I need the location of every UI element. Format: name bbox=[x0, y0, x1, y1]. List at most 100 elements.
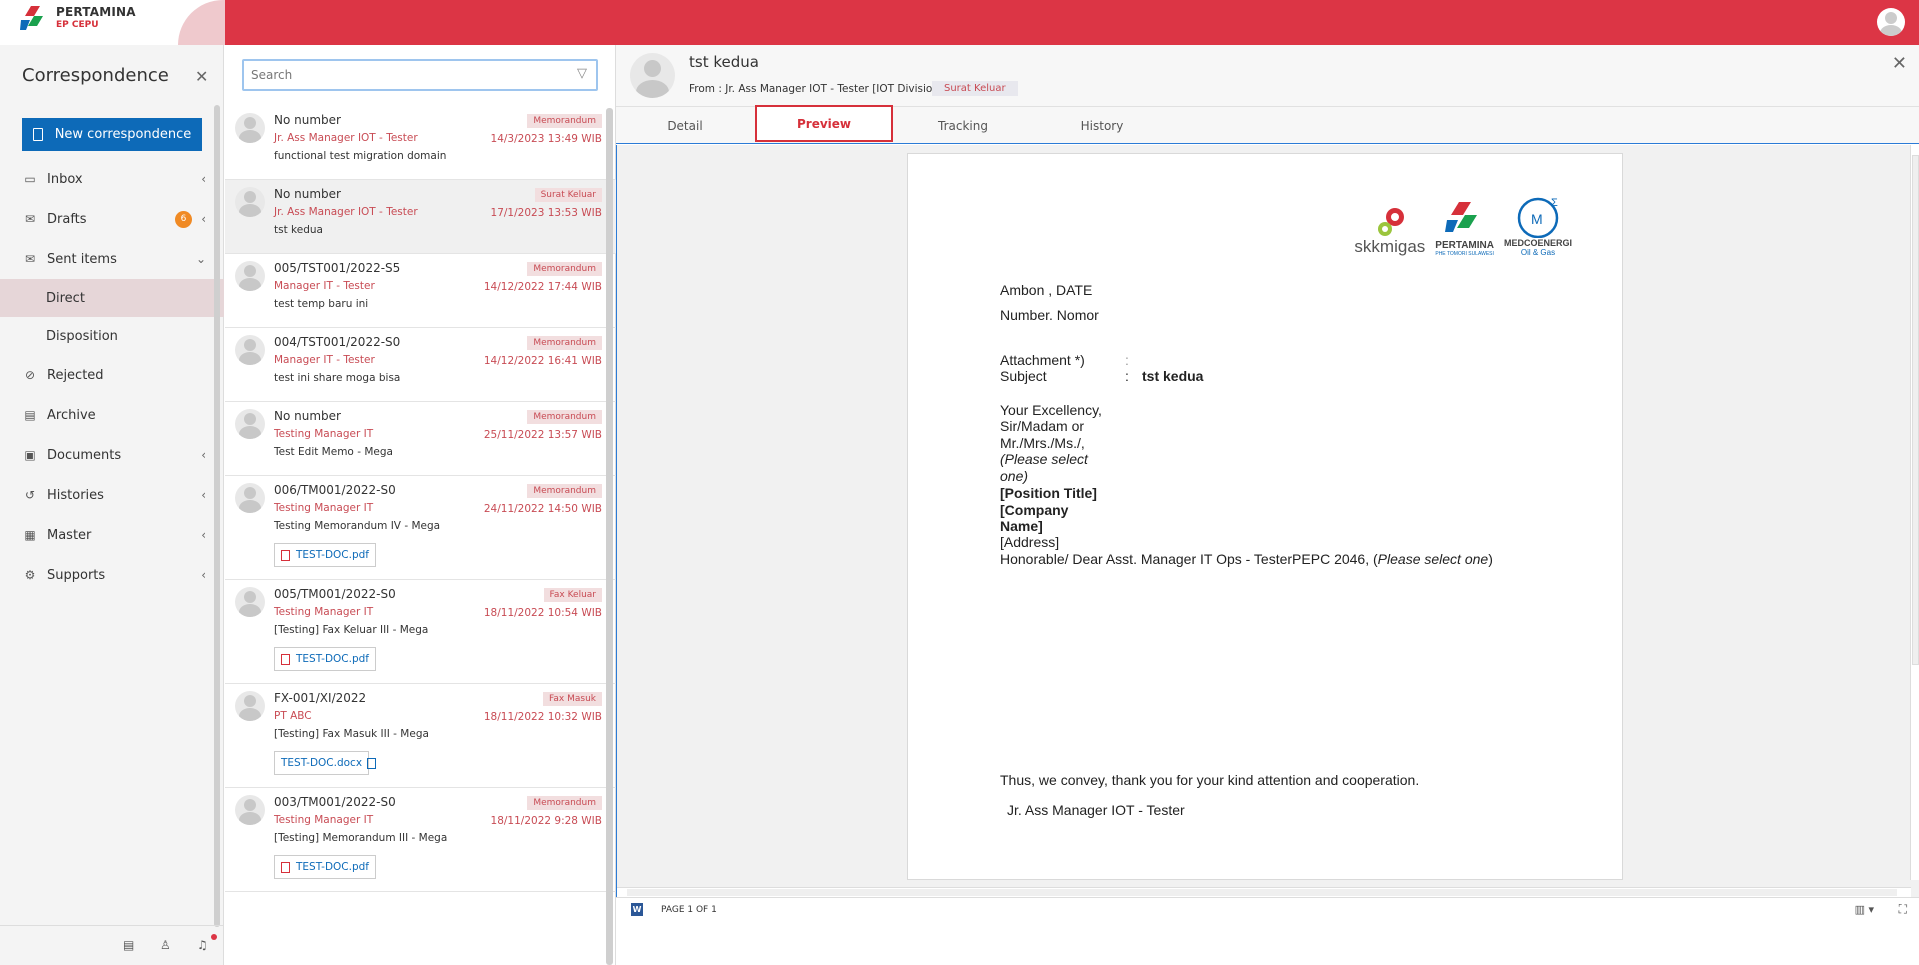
new-correspondence-button[interactable]: New correspondence bbox=[22, 118, 202, 151]
document-icon bbox=[32, 128, 43, 141]
doc-salutation-1: Your Excellency, bbox=[1000, 402, 1102, 418]
sidebar-item-disposition[interactable]: Disposition bbox=[0, 317, 224, 355]
item-type-badge: Surat Keluar bbox=[534, 188, 602, 202]
tab-history[interactable]: History bbox=[1033, 107, 1171, 144]
sidebar: Correspondence ✕ New correspondence ▭ Inb… bbox=[0, 45, 224, 965]
avatar bbox=[235, 187, 265, 217]
svg-text:M: M bbox=[1531, 211, 1543, 227]
item-number: 005/TM001/2022-S0 bbox=[274, 587, 396, 601]
pdf-icon bbox=[281, 549, 290, 561]
document-icon[interactable]: ▤ bbox=[123, 938, 134, 952]
documents-icon: ▣ bbox=[24, 448, 36, 462]
attachment-name: TEST-DOC.pdf bbox=[296, 861, 369, 873]
doc-subject-colon: : bbox=[1125, 368, 1129, 384]
view-mode-icon[interactable]: ▥ ▾ bbox=[1855, 903, 1874, 916]
sidebar-item-label: Direct bbox=[46, 290, 85, 306]
sidebar-item-supports[interactable]: ⚙ Supports ‹ bbox=[0, 555, 224, 595]
sidebar-title: Correspondence bbox=[22, 65, 169, 86]
letterhead-logos: skkmigas PERTAMINA PHE TOMORI SULAWESI M… bbox=[1344, 196, 1572, 257]
sidebar-item-inbox[interactable]: ▭ Inbox ‹ bbox=[0, 159, 224, 199]
attachment-file[interactable]: TEST-DOC.docx bbox=[274, 751, 376, 775]
item-subject: [Testing] Fax Masuk III - Mega bbox=[274, 728, 429, 740]
viewer-horizontal-scroll-thumb[interactable] bbox=[627, 889, 1897, 896]
user-settings-icon[interactable]: ♙ bbox=[160, 938, 171, 952]
attachment-file[interactable]: TEST-DOC.pdf bbox=[274, 647, 376, 671]
item-date: 17/1/2023 13:53 WIB bbox=[490, 207, 602, 219]
brand-sub: EP CEPU bbox=[56, 20, 99, 30]
medco-subtext: Oil & Gas bbox=[1520, 248, 1556, 257]
list-item[interactable]: FX-001/XI/2022 PT ABC [Testing] Fax Masu… bbox=[225, 684, 616, 788]
list-scrollbar[interactable] bbox=[606, 108, 613, 965]
word-doc-icon bbox=[367, 757, 376, 769]
viewer-vertical-scroll-thumb[interactable] bbox=[1912, 155, 1919, 665]
close-icon[interactable]: ✕ bbox=[1892, 53, 1907, 74]
skkmigas-text: skkmigas bbox=[1354, 237, 1426, 256]
pertamina-doc-logo-icon bbox=[1444, 202, 1477, 232]
tab-detail[interactable]: Detail bbox=[616, 107, 754, 144]
document-page: skkmigas PERTAMINA PHE TOMORI SULAWESI M… bbox=[907, 153, 1623, 880]
brand-name: PERTAMINA bbox=[56, 5, 136, 19]
medco-logo-icon: MΣ bbox=[1517, 197, 1559, 238]
user-avatar[interactable] bbox=[1877, 8, 1905, 36]
doc-subject-value: tst kedua bbox=[1142, 368, 1204, 384]
chevron-left-icon: ‹ bbox=[201, 172, 206, 186]
sidebar-item-documents[interactable]: ▣ Documents ‹ bbox=[0, 435, 224, 475]
list-item[interactable]: 006/TM001/2022-S0 Testing Manager IT Tes… bbox=[225, 476, 616, 580]
skkmigas-logo-icon bbox=[1377, 208, 1404, 236]
item-number: No number bbox=[274, 113, 341, 127]
sidebar-item-drafts[interactable]: ✉ Drafts 6 ‹ bbox=[0, 199, 224, 239]
close-icon[interactable]: ✕ bbox=[195, 67, 208, 86]
sidebar-item-rejected[interactable]: ⊘ Rejected bbox=[0, 355, 224, 395]
pertamina-logo[interactable]: PERTAMINA EP CEPU bbox=[20, 6, 136, 32]
item-from: Manager IT - Tester bbox=[274, 280, 375, 292]
sidebar-item-histories[interactable]: ↺ Histories ‹ bbox=[0, 475, 224, 515]
doc-attachment-colon: : bbox=[1125, 352, 1129, 368]
medco-text: MEDCOENERGI bbox=[1503, 238, 1572, 248]
list-item[interactable]: 004/TST001/2022-S0 Manager IT - Tester t… bbox=[225, 328, 616, 402]
item-type-badge: Memorandum bbox=[527, 114, 602, 128]
item-type-badge: Memorandum bbox=[527, 484, 602, 498]
list-item[interactable]: 005/TST001/2022-S5 Manager IT - Tester t… bbox=[225, 254, 616, 328]
list-item[interactable]: No number Jr. Ass Manager IOT - Tester f… bbox=[225, 106, 616, 180]
notification-dot bbox=[211, 934, 217, 940]
bell-icon[interactable]: ♫ bbox=[197, 938, 208, 952]
detail-header: tst kedua From : Jr. Ass Manager IOT - T… bbox=[616, 45, 1919, 107]
pertamina-logo-icon bbox=[20, 6, 43, 30]
filter-icon[interactable]: ▽ bbox=[577, 66, 587, 81]
word-icon: W bbox=[631, 903, 643, 916]
item-date: 18/11/2022 10:32 WIB bbox=[483, 711, 602, 723]
avatar bbox=[235, 691, 265, 721]
fullscreen-icon[interactable]: ⛶ bbox=[1899, 902, 1907, 917]
skkmigas-logo: skkmigas bbox=[1354, 207, 1425, 257]
viewer-vertical-scrollbar[interactable] bbox=[1910, 145, 1919, 880]
avatar bbox=[630, 53, 675, 98]
item-type-badge: Memorandum bbox=[527, 336, 602, 350]
list-item[interactable]: 003/TM001/2022-S0 Testing Manager IT [Te… bbox=[225, 788, 616, 892]
sidebar-item-master[interactable]: ▦ Master ‹ bbox=[0, 515, 224, 555]
sidebar-item-label: Rejected bbox=[47, 367, 104, 383]
doc-position: [Position Title] bbox=[1000, 485, 1097, 501]
attachment-file[interactable]: TEST-DOC.pdf bbox=[274, 543, 376, 567]
list-item[interactable]: 005/TM001/2022-S0 Testing Manager IT [Te… bbox=[225, 580, 616, 684]
doc-honorable-em: Please select one bbox=[1377, 551, 1489, 567]
item-from: Testing Manager IT bbox=[274, 814, 374, 826]
sidebar-item-archive[interactable]: ▤ Archive bbox=[0, 395, 224, 435]
tab-preview[interactable]: Preview bbox=[755, 105, 893, 142]
rejected-icon: ⊘ bbox=[24, 368, 36, 382]
detail-tabs: Detail Preview Tracking History bbox=[616, 105, 1919, 144]
item-date: 24/11/2022 14:50 WIB bbox=[483, 503, 602, 515]
viewer-horizontal-scrollbar[interactable] bbox=[617, 887, 1911, 897]
sidebar-scrollbar[interactable] bbox=[214, 105, 220, 927]
attachment-file[interactable]: TEST-DOC.pdf bbox=[274, 855, 376, 879]
sidebar-item-sent-items[interactable]: ✉ Sent items ⌄ bbox=[0, 239, 224, 279]
search-input[interactable]: Search ▽ bbox=[242, 59, 598, 91]
master-icon: ▦ bbox=[24, 528, 36, 542]
tab-tracking[interactable]: Tracking bbox=[894, 107, 1032, 144]
supports-icon: ⚙ bbox=[24, 568, 36, 582]
avatar bbox=[235, 795, 265, 825]
list-item[interactable]: No number Testing Manager IT Test Edit M… bbox=[225, 402, 616, 476]
list-item[interactable]: No number Jr. Ass Manager IOT - Tester t… bbox=[225, 180, 616, 254]
sidebar-item-direct[interactable]: Direct bbox=[0, 279, 224, 317]
correspondence-list: No number Jr. Ass Manager IOT - Tester f… bbox=[225, 106, 616, 892]
item-type-badge: Memorandum bbox=[527, 410, 602, 424]
